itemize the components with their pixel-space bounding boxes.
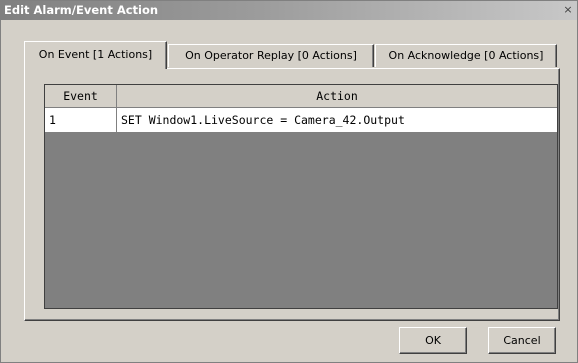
title-bar[interactable]: Edit Alarm/Event Action ×	[1, 1, 577, 20]
tab-on-event[interactable]: On Event [1 Actions]	[24, 41, 167, 69]
action-cell[interactable]: SET Window1.LiveSource = Camera_42.Outpu…	[117, 108, 557, 132]
close-icon[interactable]: ×	[561, 3, 575, 17]
tab-label: On Acknowledge [0 Actions]	[388, 49, 544, 62]
cancel-button[interactable]: Cancel	[488, 327, 556, 354]
tab-on-acknowledge[interactable]: On Acknowledge [0 Actions]	[375, 44, 557, 67]
tab-label: On Operator Replay [0 Actions]	[185, 49, 357, 62]
tab-on-operator-replay[interactable]: On Operator Replay [0 Actions]	[168, 44, 374, 67]
column-header-event[interactable]: Event	[45, 85, 117, 107]
column-header-action[interactable]: Action	[117, 85, 557, 107]
actions-grid[interactable]: Event Action 1 SET Window1.LiveSource = …	[44, 84, 558, 309]
table-row[interactable]: 1 SET Window1.LiveSource = Camera_42.Out…	[45, 108, 557, 133]
event-cell[interactable]: 1	[45, 108, 117, 132]
grid-header: Event Action	[45, 85, 557, 108]
dialog-title: Edit Alarm/Event Action	[4, 3, 159, 17]
tab-label: On Event [1 Actions]	[38, 48, 153, 61]
ok-button[interactable]: OK	[399, 327, 467, 354]
